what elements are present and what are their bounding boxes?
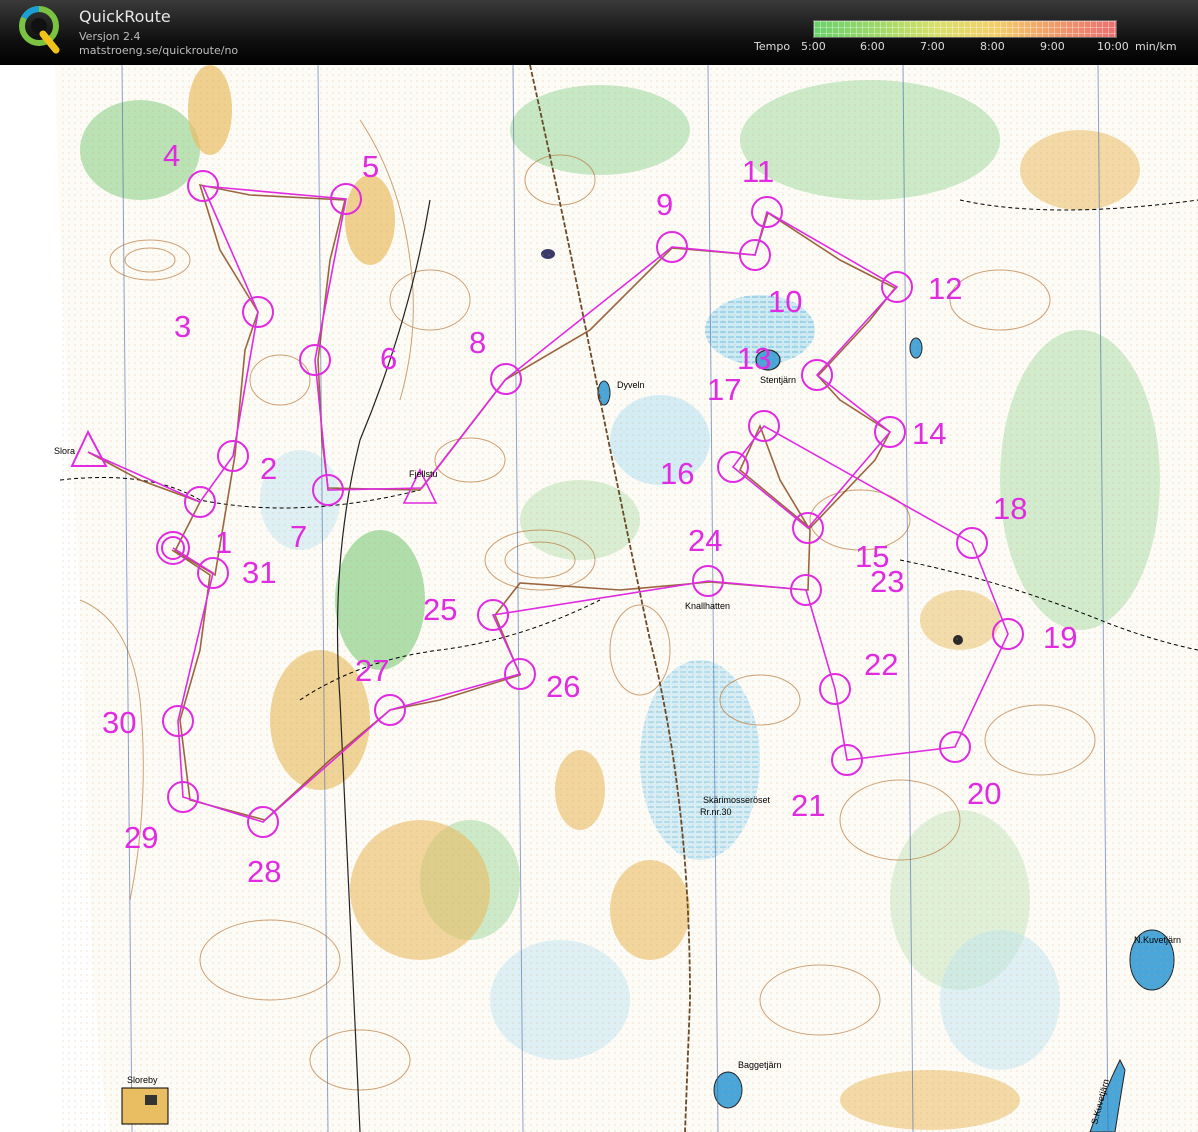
control-number: 19 [1043,620,1077,655]
tempo-tick: 10:00 [1097,40,1129,53]
control-number: 5 [362,149,379,184]
quickroute-logo-icon [19,6,60,54]
control-number: 13 [737,341,771,376]
control-number: 23 [870,564,904,599]
control-number: 30 [102,705,136,740]
control-number: 17 [707,372,741,407]
app-title: QuickRoute [79,7,171,26]
control-number: 24 [688,523,722,558]
tempo-tick: 6:00 [860,40,885,53]
place-label: Knallhatten [685,601,730,611]
control-number: 9 [656,187,673,222]
place-label: Sloreby [127,1075,158,1085]
control-number: 4 [163,138,180,173]
control-number: 31 [242,555,276,590]
control-number: 20 [967,776,1001,811]
control-number: 27 [355,653,389,688]
tempo-tick: 8:00 [980,40,1005,53]
control-number: 7 [290,519,307,554]
tempo-legend: Tempo 5:00 6:00 7:00 8:00 9:00 10:00 min… [750,16,1190,60]
control-number: 22 [864,647,898,682]
place-label: Fjellstu [409,469,438,479]
place-label: N.Kuvetjärn [1134,935,1181,945]
place-label: Dyveln [617,380,645,390]
control-number: 11 [742,154,774,189]
control-number: 18 [993,491,1027,526]
control-number: 16 [660,456,694,491]
tempo-tick: 5:00 [801,40,826,53]
place-label: Skärimosseröset [703,795,771,805]
control-number: 3 [174,309,191,344]
control-number: 8 [469,325,486,360]
tempo-unit: min/km [1135,40,1177,53]
control-number: 21 [791,788,825,823]
place-label: Baggetjärn [738,1060,782,1070]
place-label: Rr.nr.30 [700,807,732,817]
control-number: 25 [423,592,457,627]
control-number: 2 [260,451,277,486]
tempo-label: Tempo [754,40,791,53]
app-version: Versjon 2.4 [79,30,141,43]
app-header: QuickRoute Versjon 2.4 matstroeng.se/qui… [0,0,1198,65]
control-number: 26 [546,669,580,704]
control-number: 6 [380,341,397,376]
app-url[interactable]: matstroeng.se/quickroute/no [79,44,238,57]
tempo-color-bar [813,20,1117,38]
control-number: 12 [928,271,962,306]
place-label: Stentjärn [760,375,796,385]
orienteering-map[interactable]: 1 2 3 4 5 6 7 8 9 10 11 12 13 14 15 16 1… [0,65,1198,1132]
tempo-tick: 7:00 [920,40,945,53]
control-number: 28 [247,854,281,889]
tempo-tick: 9:00 [1040,40,1065,53]
place-label: Slora [54,446,75,456]
control-number: 29 [124,820,158,855]
control-number: 1 [215,525,232,560]
control-number: 10 [768,284,802,319]
control-number: 14 [912,416,946,451]
